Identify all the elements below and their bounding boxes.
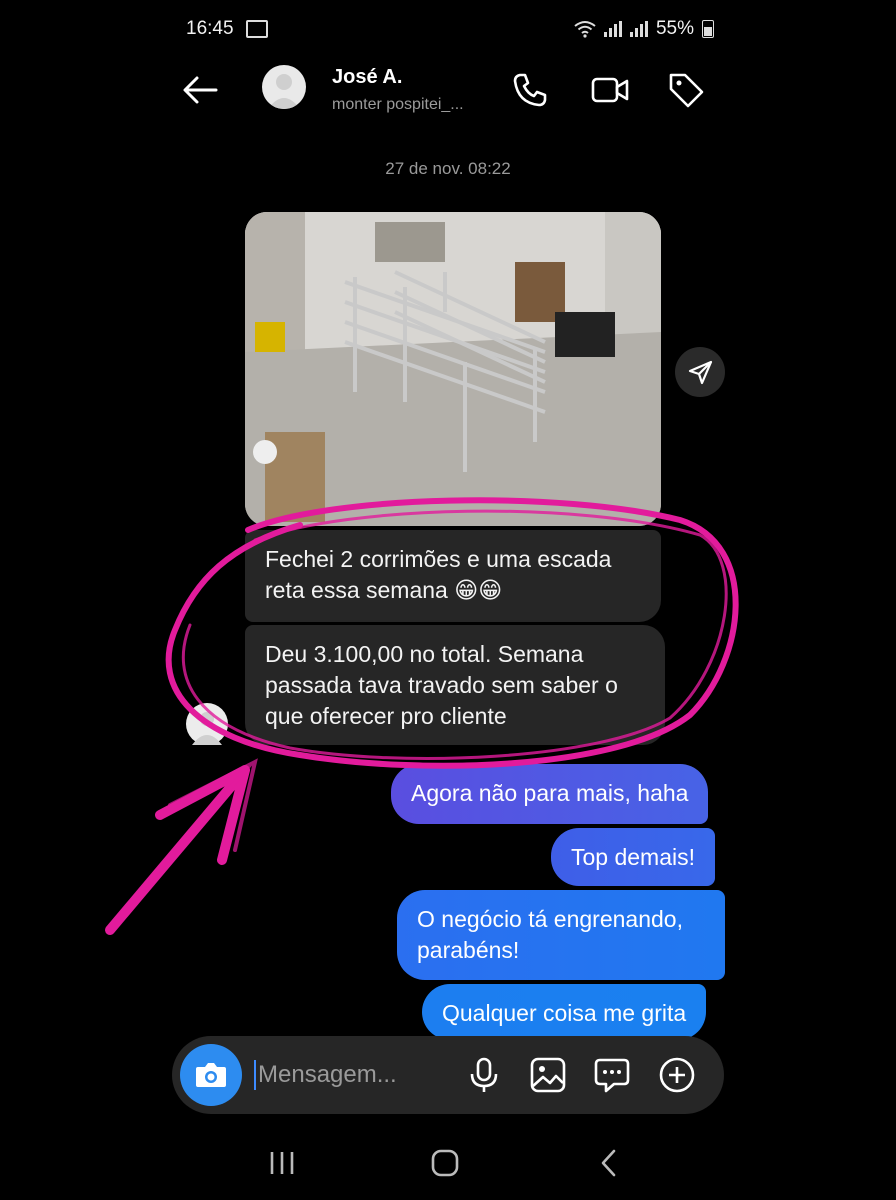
chat-header: José A. monter pospitei_... (170, 60, 730, 120)
recents-icon[interactable] (262, 1146, 302, 1180)
wifi-icon (574, 21, 596, 38)
default-avatar-icon (268, 74, 300, 109)
arrow-annotation (105, 765, 250, 935)
share-button[interactable] (675, 347, 725, 397)
arrow-annotation (118, 758, 258, 917)
message-composer (172, 1036, 724, 1114)
sticker-icon[interactable] (592, 1055, 632, 1095)
camera-button[interactable] (180, 1044, 242, 1106)
video-call-icon[interactable] (590, 70, 630, 110)
battery-percent: 55% (655, 18, 694, 39)
gallery-icon[interactable] (528, 1055, 568, 1095)
contact-avatar-small[interactable] (186, 703, 228, 745)
message-input[interactable] (258, 1058, 438, 1092)
send-arrow-icon (688, 360, 713, 385)
cast-icon (246, 20, 268, 38)
back-icon[interactable] (590, 1146, 630, 1180)
plus-icon[interactable] (657, 1055, 697, 1095)
default-avatar-icon (192, 712, 222, 745)
contact-subtitle: monter pospitei_... (332, 96, 464, 113)
tag-icon[interactable] (666, 70, 706, 110)
outgoing-message[interactable]: Qualquer coisa me grita (422, 984, 707, 1040)
outgoing-message[interactable]: Agora não para mais, haha (391, 764, 709, 824)
back-arrow-icon[interactable] (180, 72, 220, 108)
text-cursor (254, 1060, 256, 1090)
contact-avatar[interactable] (262, 65, 306, 109)
status-bar: 16:45 55% (186, 14, 714, 44)
home-icon[interactable] (425, 1146, 465, 1180)
battery-icon (702, 20, 714, 38)
incoming-message[interactable]: Deu 3.100,00 no total. Semana passada ta… (245, 625, 665, 745)
signal-icon (629, 21, 648, 37)
camera-icon (196, 1063, 226, 1087)
workshop-photo-image (245, 212, 661, 526)
microphone-icon[interactable] (464, 1055, 504, 1095)
image-message[interactable] (245, 212, 661, 526)
outgoing-message[interactable]: Top demais! (551, 828, 716, 886)
contact-name[interactable]: José A. (332, 66, 402, 89)
message-date-label: 27 de nov. 08:22 (385, 159, 511, 178)
signal-icon (603, 21, 622, 37)
phone-icon[interactable] (510, 70, 550, 110)
incoming-message[interactable]: Fechei 2 corrimões e uma escada reta ess… (245, 530, 661, 622)
status-time: 16:45 (186, 18, 234, 39)
chat-screen: 16:45 55% José A. monter pospitei_... 27… (0, 0, 896, 1200)
outgoing-message[interactable]: O negócio tá engrenando, parabéns! (397, 890, 725, 980)
